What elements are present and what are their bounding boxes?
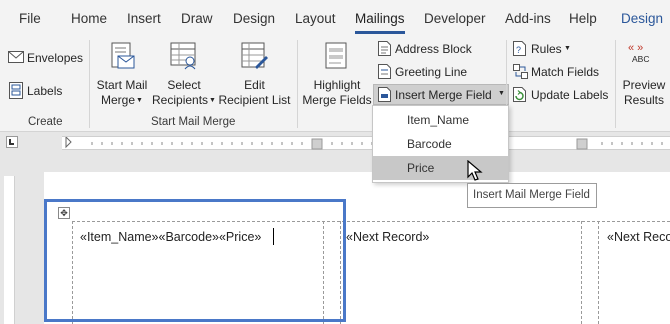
envelope-icon xyxy=(8,51,24,63)
start-mail-merge-line2-text: Merge xyxy=(101,93,136,107)
select-recipients-label: Select Recipients▼ xyxy=(150,78,218,108)
highlight-line2: Merge Fields xyxy=(302,93,372,107)
preview-abc: ABC xyxy=(632,54,650,64)
table-column-divider xyxy=(581,221,582,324)
svg-text:?: ? xyxy=(516,45,521,55)
select-recipients-line1: Select xyxy=(167,78,201,92)
chevron-down-icon: ▼ xyxy=(209,97,216,105)
tab-add-ins[interactable]: Add-ins xyxy=(505,11,551,26)
tab-mailings[interactable]: Mailings xyxy=(355,11,405,26)
start-mail-merge-icon xyxy=(111,42,135,69)
group-separator xyxy=(615,40,616,128)
preview-results-label: Preview Results xyxy=(618,78,670,108)
match-fields-icon xyxy=(513,64,528,79)
edit-recipient-list-button[interactable]: Edit Recipient List xyxy=(217,40,292,112)
group-separator xyxy=(297,40,298,128)
preview-results-button[interactable]: « » ABC Preview Results xyxy=(618,40,670,112)
update-labels-button[interactable]: Update Labels xyxy=(510,85,610,104)
rules-button[interactable]: ? Rules ▼ xyxy=(510,39,580,58)
ruler-bar xyxy=(0,132,670,154)
tab-help[interactable]: Help xyxy=(569,11,597,26)
update-labels-icon xyxy=(513,87,526,102)
greeting-line-label: Greeting Line xyxy=(395,65,468,79)
envelopes-label: Envelopes xyxy=(27,51,84,65)
update-labels-label: Update Labels xyxy=(531,88,609,102)
select-recipients-icon xyxy=(170,42,196,70)
horizontal-ruler[interactable] xyxy=(62,136,670,150)
group-label-start-mail-merge: Start Mail Merge xyxy=(151,116,236,128)
envelopes-button[interactable]: Envelopes xyxy=(6,48,86,68)
tab-design[interactable]: Design xyxy=(233,11,275,26)
tab-draw[interactable]: Draw xyxy=(181,11,213,26)
chevron-down-icon: ▼ xyxy=(498,90,505,97)
tab-home[interactable]: Home xyxy=(71,11,107,26)
highlight-merge-fields-button[interactable]: Highlight Merge Fields xyxy=(300,40,374,112)
tooltip: Insert Mail Merge Field xyxy=(467,183,597,208)
labels-label: Labels xyxy=(27,84,63,98)
merge-field-price[interactable]: Price xyxy=(373,156,508,180)
next-record-field-1[interactable]: «Next Record» xyxy=(346,230,429,244)
insert-merge-field-icon xyxy=(378,87,391,102)
merge-field-item-name[interactable]: Item_Name xyxy=(373,108,508,132)
tab-insert[interactable]: Insert xyxy=(127,11,161,26)
rules-icon: ? xyxy=(513,41,526,56)
greeting-line-button[interactable]: Greeting Line xyxy=(375,62,475,81)
highlight-line1: Highlight xyxy=(313,78,361,92)
start-mail-merge-line2: Merge▼ xyxy=(93,93,151,108)
tab-developer[interactable]: Developer xyxy=(424,11,486,26)
table-column-divider xyxy=(598,221,599,324)
greeting-line-icon xyxy=(378,64,391,79)
tab-file[interactable]: File xyxy=(19,11,41,26)
highlight-merge-fields-label: Highlight Merge Fields xyxy=(300,78,374,108)
preview-line1: Preview xyxy=(622,78,666,92)
edit-recipient-list-label: Edit Recipient List xyxy=(217,78,292,108)
highlight-rectangle xyxy=(44,199,346,322)
group-label-create: Create xyxy=(28,116,63,128)
preview-double-arrow-icon: « » xyxy=(628,42,644,54)
tab-table-design[interactable]: Design xyxy=(621,11,663,26)
merge-field-barcode[interactable]: Barcode xyxy=(373,132,508,156)
address-block-label: Address Block xyxy=(395,42,472,56)
preview-line2: Results xyxy=(623,93,664,107)
tab-layout[interactable]: Layout xyxy=(295,11,336,26)
ruler-ticks xyxy=(65,137,663,150)
address-block-icon xyxy=(378,41,391,56)
edit-recipient-list-icon xyxy=(241,42,268,69)
ribbon: Envelopes Labels Create Start Mail Merge… xyxy=(0,36,670,132)
insert-merge-field-label: Insert Merge Field xyxy=(395,88,492,102)
labels-icon xyxy=(9,82,23,99)
edit-recipient-list-line2: Recipient List xyxy=(218,93,291,107)
vertical-ruler[interactable] xyxy=(4,176,15,324)
next-record-field-2[interactable]: «Next Reco xyxy=(607,230,670,244)
active-tab-indicator xyxy=(355,31,405,34)
address-block-button[interactable]: Address Block xyxy=(375,39,475,58)
start-mail-merge-label: Start Mail Merge▼ xyxy=(93,78,151,108)
start-mail-merge-button[interactable]: Start Mail Merge▼ xyxy=(93,40,151,112)
select-recipients-button[interactable]: Select Recipients▼ xyxy=(150,40,218,112)
select-recipients-line2: Recipients▼ xyxy=(150,93,218,108)
group-separator xyxy=(89,40,90,128)
merge-field-dropdown: Item_Name Barcode Price xyxy=(372,105,509,183)
chevron-down-icon: ▼ xyxy=(564,45,571,52)
tab-selector-icon[interactable] xyxy=(6,136,18,148)
select-recipients-line2-text: Recipients xyxy=(152,93,209,107)
mouse-pointer-icon xyxy=(467,160,483,181)
match-fields-button[interactable]: Match Fields xyxy=(510,62,610,81)
match-fields-label: Match Fields xyxy=(531,65,600,79)
insert-merge-field-button[interactable]: Insert Merge Field ▼ xyxy=(373,84,509,105)
ribbon-tab-bar: File Home Insert Draw Design Layout Mail… xyxy=(0,0,670,36)
edit-recipient-list-line1: Edit xyxy=(244,78,265,92)
start-mail-merge-line1: Start Mail xyxy=(96,78,148,92)
tab-stop-mark xyxy=(9,139,14,145)
rules-label: Rules xyxy=(531,42,562,56)
highlight-merge-fields-icon xyxy=(325,42,347,69)
chevron-down-icon: ▼ xyxy=(136,97,143,105)
labels-button[interactable]: Labels xyxy=(6,81,76,101)
